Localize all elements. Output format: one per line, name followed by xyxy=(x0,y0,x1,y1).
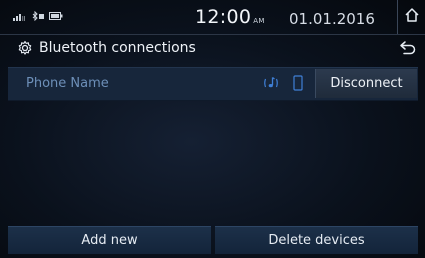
signal-icon: ll xyxy=(13,11,27,21)
status-icons: ll xyxy=(13,11,63,21)
bluetooth-connections-screen: ll 12:00 AM 01.01.2016 Bluetooth connect… xyxy=(0,0,425,258)
add-new-button[interactable]: Add new xyxy=(8,226,211,254)
clock-time: 12:00 xyxy=(195,6,252,28)
svg-text:ll: ll xyxy=(22,16,26,21)
device-list-item[interactable]: Phone Name Disconnect xyxy=(8,67,418,101)
home-icon xyxy=(404,7,420,27)
home-button[interactable] xyxy=(397,0,425,34)
phone-icon xyxy=(293,75,303,95)
title-bar: Bluetooth connections xyxy=(0,35,425,61)
disconnect-button[interactable]: Disconnect xyxy=(315,69,417,98)
audio-streaming-icon xyxy=(263,75,279,95)
status-bar: ll 12:00 AM 01.01.2016 xyxy=(0,0,425,34)
device-name: Phone Name xyxy=(26,76,109,91)
bluetooth-audio-icon xyxy=(31,11,45,21)
date: 01.01.2016 xyxy=(289,10,375,28)
bottom-action-bar: Add new Delete devices xyxy=(8,226,418,254)
battery-icon xyxy=(49,11,63,21)
back-button[interactable] xyxy=(399,39,417,57)
gear-icon xyxy=(17,40,33,60)
clock: 12:00 AM xyxy=(195,6,265,28)
page-title: Bluetooth connections xyxy=(39,40,196,56)
clock-ampm: AM xyxy=(253,17,265,25)
back-arrow-icon xyxy=(399,41,417,61)
delete-devices-button[interactable]: Delete devices xyxy=(215,226,418,254)
